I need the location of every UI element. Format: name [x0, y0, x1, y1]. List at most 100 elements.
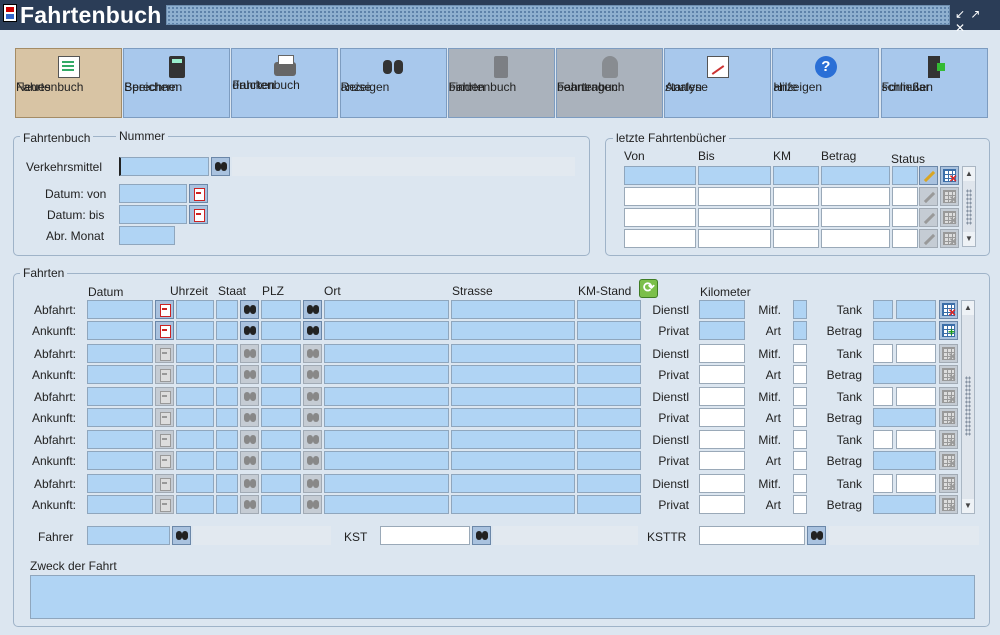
tank-amount-input[interactable]	[896, 300, 936, 319]
fahrtenbuch-binden-button[interactable]: Fahrtenbuch binden	[447, 48, 555, 118]
datum-calendar-button[interactable]	[155, 344, 174, 363]
datum-cell[interactable]	[87, 300, 153, 319]
plz-search-button[interactable]	[303, 344, 322, 363]
plz-search-button[interactable]	[303, 300, 322, 319]
dienstl-km-input[interactable]	[699, 344, 745, 363]
datum-cell[interactable]	[87, 344, 153, 363]
tank-amount-input[interactable]	[896, 474, 936, 493]
ort-cell[interactable]	[324, 495, 449, 514]
add-trip-button[interactable]	[939, 365, 958, 387]
delete-trip-button[interactable]	[939, 474, 958, 496]
staat-cell[interactable]	[216, 365, 238, 384]
plz-search-button[interactable]	[303, 365, 322, 384]
betrag-input[interactable]	[873, 451, 936, 470]
letzte-status-cell[interactable]	[892, 187, 918, 206]
strasse-cell[interactable]	[451, 408, 575, 427]
plz-search-button[interactable]	[303, 451, 322, 470]
uhrzeit-cell[interactable]	[176, 300, 214, 319]
staat-search-button[interactable]	[240, 408, 259, 427]
strasse-cell[interactable]	[451, 430, 575, 449]
letzte-delete-button[interactable]	[940, 229, 959, 251]
betrag-input[interactable]	[873, 495, 936, 514]
kmstand-cell[interactable]	[577, 321, 641, 340]
scroll-grip[interactable]	[966, 189, 972, 225]
delete-trip-button[interactable]	[939, 387, 958, 409]
datum-cell[interactable]	[87, 495, 153, 514]
ort-cell[interactable]	[324, 387, 449, 406]
strasse-cell[interactable]	[451, 321, 575, 340]
scroll-up-icon[interactable]: ▲	[962, 301, 974, 315]
datum-calendar-button[interactable]	[155, 321, 174, 340]
kmstand-cell[interactable]	[577, 387, 641, 406]
plz-cell[interactable]	[261, 344, 301, 363]
art-input[interactable]	[793, 495, 807, 514]
letzte-von-cell[interactable]	[624, 229, 696, 248]
uhrzeit-cell[interactable]	[176, 344, 214, 363]
staat-search-button[interactable]	[240, 344, 259, 363]
staat-cell[interactable]	[216, 321, 238, 340]
letzte-scrollbar[interactable]: ▲ ▼	[962, 166, 976, 247]
reise-anzeigen-button[interactable]: Reise anzeigen	[339, 48, 447, 118]
staat-search-button[interactable]	[240, 430, 259, 449]
ort-cell[interactable]	[324, 344, 449, 363]
datum-von-calendar-button[interactable]	[189, 184, 208, 203]
ksttr-search-button[interactable]	[807, 526, 826, 545]
kst-input[interactable]	[380, 526, 470, 545]
datum-cell[interactable]	[87, 430, 153, 449]
staat-search-button[interactable]	[240, 300, 259, 319]
datum-calendar-button[interactable]	[155, 365, 174, 384]
add-trip-button[interactable]	[939, 321, 958, 341]
datum-calendar-button[interactable]	[155, 300, 174, 319]
strasse-cell[interactable]	[451, 474, 575, 493]
letzte-bis-cell[interactable]	[698, 229, 771, 248]
datum-calendar-button[interactable]	[155, 408, 174, 427]
art-input[interactable]	[793, 451, 807, 470]
staat-search-button[interactable]	[240, 387, 259, 406]
kmstand-cell[interactable]	[577, 474, 641, 493]
plz-search-button[interactable]	[303, 321, 322, 340]
letzte-betrag-cell[interactable]	[821, 187, 890, 206]
datum-von-input[interactable]	[119, 184, 187, 203]
dienstl-km-input[interactable]	[699, 387, 745, 406]
strasse-cell[interactable]	[451, 495, 575, 514]
tank-input[interactable]	[873, 430, 893, 449]
staat-cell[interactable]	[216, 344, 238, 363]
add-trip-button[interactable]	[939, 408, 958, 430]
neues-fahrtenbuch-button[interactable]: Neues Fahrtenbuch	[15, 48, 122, 118]
betrag-input[interactable]	[873, 365, 936, 384]
strasse-cell[interactable]	[451, 344, 575, 363]
letzte-edit-button[interactable]	[919, 166, 938, 185]
plz-search-button[interactable]	[303, 387, 322, 406]
tank-input[interactable]	[873, 474, 893, 493]
abr-monat-input[interactable]	[119, 226, 175, 245]
letzte-km-cell[interactable]	[773, 229, 819, 248]
plz-cell[interactable]	[261, 365, 301, 384]
letzte-delete-button[interactable]	[940, 166, 959, 188]
staat-search-button[interactable]	[240, 451, 259, 470]
kmstand-cell[interactable]	[577, 430, 641, 449]
tank-amount-input[interactable]	[896, 430, 936, 449]
letzte-status-cell[interactable]	[892, 166, 918, 185]
kmstand-cell[interactable]	[577, 365, 641, 384]
mitf-input[interactable]	[793, 430, 807, 449]
tank-input[interactable]	[873, 344, 893, 363]
add-trip-button[interactable]	[939, 451, 958, 473]
plz-cell[interactable]	[261, 321, 301, 340]
uhrzeit-cell[interactable]	[176, 365, 214, 384]
letzte-km-cell[interactable]	[773, 187, 819, 206]
mitf-input[interactable]	[793, 474, 807, 493]
letzte-von-cell[interactable]	[624, 166, 696, 185]
verkehrsmittel-input[interactable]	[119, 157, 209, 176]
letzte-betrag-cell[interactable]	[821, 166, 890, 185]
strasse-cell[interactable]	[451, 300, 575, 319]
staat-cell[interactable]	[216, 451, 238, 470]
hilfe-anzeigen-button[interactable]: ? Hilfe anzeigen	[772, 48, 880, 118]
staat-cell[interactable]	[216, 408, 238, 427]
minimize-icon[interactable]: ↙	[954, 7, 966, 21]
mitf-input[interactable]	[793, 344, 807, 363]
dienstl-km-input[interactable]	[699, 430, 745, 449]
plz-search-button[interactable]	[303, 474, 322, 493]
kst-search-button[interactable]	[472, 526, 491, 545]
uhrzeit-cell[interactable]	[176, 474, 214, 493]
letzte-delete-button[interactable]	[940, 187, 959, 209]
